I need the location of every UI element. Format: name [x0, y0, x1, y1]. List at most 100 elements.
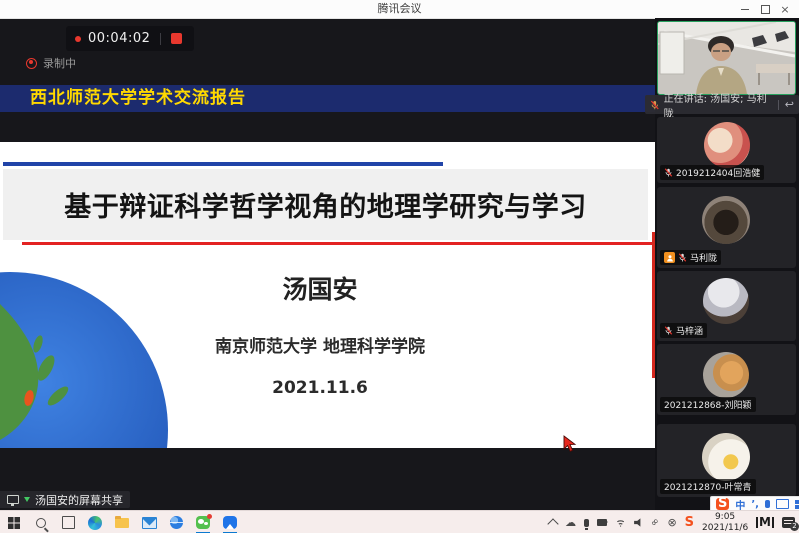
browser-app[interactable]: [168, 515, 184, 531]
avatar: [704, 122, 750, 168]
mic-muted-icon: [678, 253, 687, 262]
system-tray: ☁ ∞ ⊗ S 9:05 2021/11/6 M 2: [549, 511, 795, 533]
clock-time: 9:05: [715, 512, 735, 522]
ime-punctuation-toggle[interactable]: ’,: [751, 499, 759, 510]
participant-tile[interactable]: 马利陇: [657, 187, 796, 268]
tray-link-icon[interactable]: ∞: [648, 516, 662, 530]
ime-tools-icon[interactable]: [795, 500, 799, 504]
tencent-meeting-window: 腾讯会议 × 00:04:02 录制中 西北师范大学学术交流报告 基于辩证科学哲…: [0, 0, 799, 533]
file-explorer-app[interactable]: [114, 515, 130, 531]
participant-name-badge: 2021212870-叶常青: [660, 479, 756, 494]
participant-tile[interactable]: 2019212404回浩健: [657, 117, 796, 183]
tray-camera-icon[interactable]: [597, 519, 607, 526]
recording-timer: 00:04:02: [88, 31, 150, 46]
windows-taskbar: ☁ ∞ ⊗ S 9:05 2021/11/6 M 2: [0, 510, 799, 533]
screen-share-badge: 汤国安的屏幕共享: [0, 491, 130, 508]
tray-expand-chevron-icon[interactable]: [547, 518, 558, 529]
avatar: [703, 278, 749, 324]
search-icon: [36, 518, 46, 528]
participant-name: 2021212868-刘阳颖: [664, 398, 752, 411]
edge-app[interactable]: [87, 515, 103, 531]
sogou-logo-icon[interactable]: S: [716, 498, 729, 510]
edge-icon: [88, 516, 102, 530]
participant-name: 2021212870-叶常青: [664, 480, 752, 493]
avatar: [703, 352, 749, 398]
tray-mic-icon[interactable]: [584, 519, 589, 527]
folder-icon: [115, 518, 129, 528]
slide-banner-text: 西北师范大学学术交流报告: [0, 85, 655, 112]
notification-count-badge: 2: [790, 522, 799, 531]
minimize-button[interactable]: [735, 0, 755, 18]
remote-cursor-icon: [562, 435, 578, 453]
task-view-icon: [62, 516, 75, 529]
windows-logo-icon: [8, 517, 20, 529]
monitor-icon: [7, 495, 19, 504]
globe-icon: [170, 516, 183, 529]
meeting-icon: [223, 516, 237, 529]
participant-name-badge: 马利陇: [660, 250, 721, 265]
mic-muted-icon: [664, 326, 673, 335]
window-titlebar: 腾讯会议: [0, 0, 799, 19]
mic-muted-icon: [650, 100, 660, 110]
mail-icon: [142, 517, 157, 529]
slide-title: 基于辩证科学哲学视角的地理学研究与学习: [64, 185, 587, 224]
earth-globe-image: [0, 270, 170, 448]
title-red-line: [22, 242, 653, 245]
recording-status: 录制中: [26, 55, 76, 71]
participant-tile[interactable]: 2021212870-叶常青: [657, 424, 796, 497]
taskbar-apps: [6, 511, 238, 533]
wifi-icon[interactable]: [615, 518, 626, 527]
participant-tile[interactable]: 2021212868-刘阳颖: [657, 344, 796, 415]
participant-tile[interactable]: 马梓涵: [657, 271, 796, 341]
shared-slide: 基于辩证科学哲学视角的地理学研究与学习 汤国安 南京师范大学 地理科学学院 20…: [0, 142, 655, 448]
title-blue-line: [3, 162, 443, 166]
maximize-button[interactable]: [755, 0, 775, 18]
notification-center-icon[interactable]: 2: [782, 517, 795, 528]
participant-name: 马梓涵: [676, 324, 703, 337]
recording-pill[interactable]: 00:04:02: [66, 26, 194, 51]
start-button[interactable]: [6, 515, 22, 531]
screen-share-label: 汤国安的屏幕共享: [35, 492, 123, 508]
speaking-toast: 正在讲话: 汤国安; 马利陇 ↩: [645, 95, 799, 114]
search-button[interactable]: [33, 515, 49, 531]
avatar: [702, 433, 750, 481]
tray-eject-icon[interactable]: ⊗: [667, 516, 676, 529]
presenter-icon: [664, 252, 675, 263]
participant-name-badge: 马梓涵: [660, 323, 707, 338]
divider: [778, 100, 779, 110]
participant-name-badge: 2021212868-刘阳颖: [660, 397, 756, 412]
sogou-tray-icon[interactable]: S: [685, 515, 694, 530]
recording-dot-icon: [75, 36, 81, 42]
taskbar-clock[interactable]: 9:05 2021/11/6: [702, 512, 748, 533]
wechat-icon: [196, 516, 210, 529]
participant-name: 2019212404回浩健: [676, 166, 760, 179]
ime-mic-icon[interactable]: [765, 500, 770, 508]
speaking-toast-text: 正在讲话: 汤国安; 马利陇: [664, 90, 772, 120]
clock-date: 2021/11/6: [702, 523, 748, 533]
participant-tile-video[interactable]: [657, 21, 796, 95]
ime-indicator[interactable]: M: [756, 517, 774, 528]
wechat-app[interactable]: [195, 515, 211, 531]
slide-banner: 西北师范大学学术交流报告: [0, 85, 655, 112]
window-title: 腾讯会议: [0, 0, 799, 18]
download-arrow-icon: [24, 497, 30, 505]
restore-layout-icon[interactable]: ↩: [785, 98, 794, 111]
participant-name-badge: 2019212404回浩健: [660, 165, 764, 180]
notification-dot: [207, 514, 212, 519]
ime-keyboard-icon[interactable]: [776, 499, 789, 509]
mic-muted-icon: [664, 168, 673, 177]
volume-icon[interactable]: [634, 518, 643, 527]
record-ring-icon: [26, 58, 37, 69]
participant-name: 马利陇: [690, 251, 717, 264]
task-view-button[interactable]: [60, 515, 76, 531]
slide-title-block: 基于辩证科学哲学视角的地理学研究与学习: [3, 169, 648, 240]
divider: [160, 33, 161, 45]
recording-status-label: 录制中: [43, 55, 76, 71]
speaker-video-feed: [658, 22, 795, 94]
close-button[interactable]: ×: [775, 0, 795, 18]
tencent-meeting-app[interactable]: [222, 515, 238, 531]
cloud-sync-icon[interactable]: ☁: [565, 516, 576, 529]
stop-recording-icon[interactable]: [171, 33, 182, 44]
avatar: [702, 196, 750, 244]
mail-app[interactable]: [141, 515, 157, 531]
